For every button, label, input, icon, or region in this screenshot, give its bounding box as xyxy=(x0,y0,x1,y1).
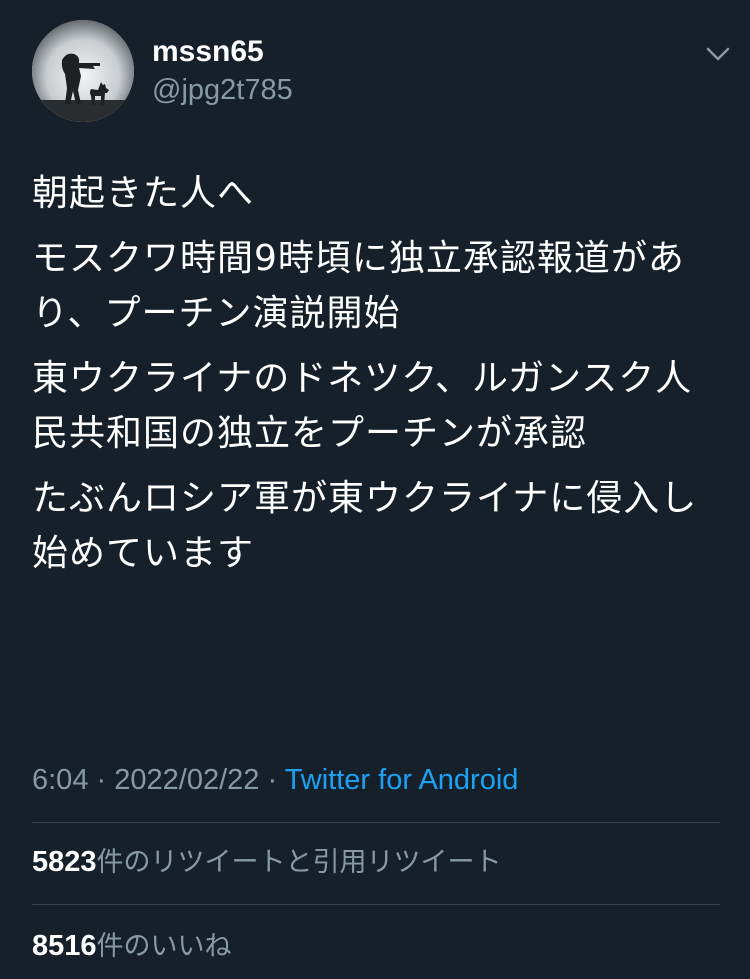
tweet-header: mssn65 @jpg2t785 xyxy=(32,20,730,122)
tweet-source-link[interactable]: Twitter for Android xyxy=(285,764,519,796)
tweet-paragraph: たぶんロシア軍が東ウクライナに侵入し始めています xyxy=(32,478,698,574)
soldier-with-dog-icon xyxy=(32,20,134,122)
tweet-time[interactable]: 6:04 xyxy=(32,764,88,796)
tweet-date[interactable]: 2022/02/22 xyxy=(114,764,259,796)
likes-label: 件のいいね xyxy=(96,931,232,962)
retweets-count: 5823 xyxy=(32,846,97,878)
divider xyxy=(32,822,720,823)
display-name[interactable]: mssn65 xyxy=(152,34,293,70)
likes-count: 8516 xyxy=(32,930,97,962)
likes-stat[interactable]: 8516件のいいね xyxy=(32,926,232,967)
divider xyxy=(32,904,720,905)
user-names: mssn65 @jpg2t785 xyxy=(152,34,293,108)
tweet-meta: 6:04 · 2022/02/22 · Twitter for Android xyxy=(32,760,518,800)
tweet-paragraph: モスクワ時間9時頃に独立承認報道があり、プーチン演説開始 xyxy=(32,238,685,334)
meta-separator: · xyxy=(267,764,278,796)
tweet-paragraph: 東ウクライナのドネツク、ルガンスク人民共和国の独立をプーチンが承認 xyxy=(32,358,693,454)
avatar[interactable] xyxy=(32,20,134,122)
tweet-paragraph: 朝起きた人へ xyxy=(32,173,255,214)
user-handle[interactable]: @jpg2t785 xyxy=(152,72,293,108)
chevron-down-icon[interactable] xyxy=(704,40,732,68)
meta-separator: · xyxy=(96,764,107,796)
retweets-stat[interactable]: 5823件のリツイートと引用リツイート xyxy=(32,842,502,883)
retweets-label: 件のリツイートと引用リツイート xyxy=(96,847,502,878)
tweet-text: 朝起きた人へ モスクワ時間9時頃に独立承認報道があり、プーチン演説開始 東ウクラ… xyxy=(32,166,722,591)
